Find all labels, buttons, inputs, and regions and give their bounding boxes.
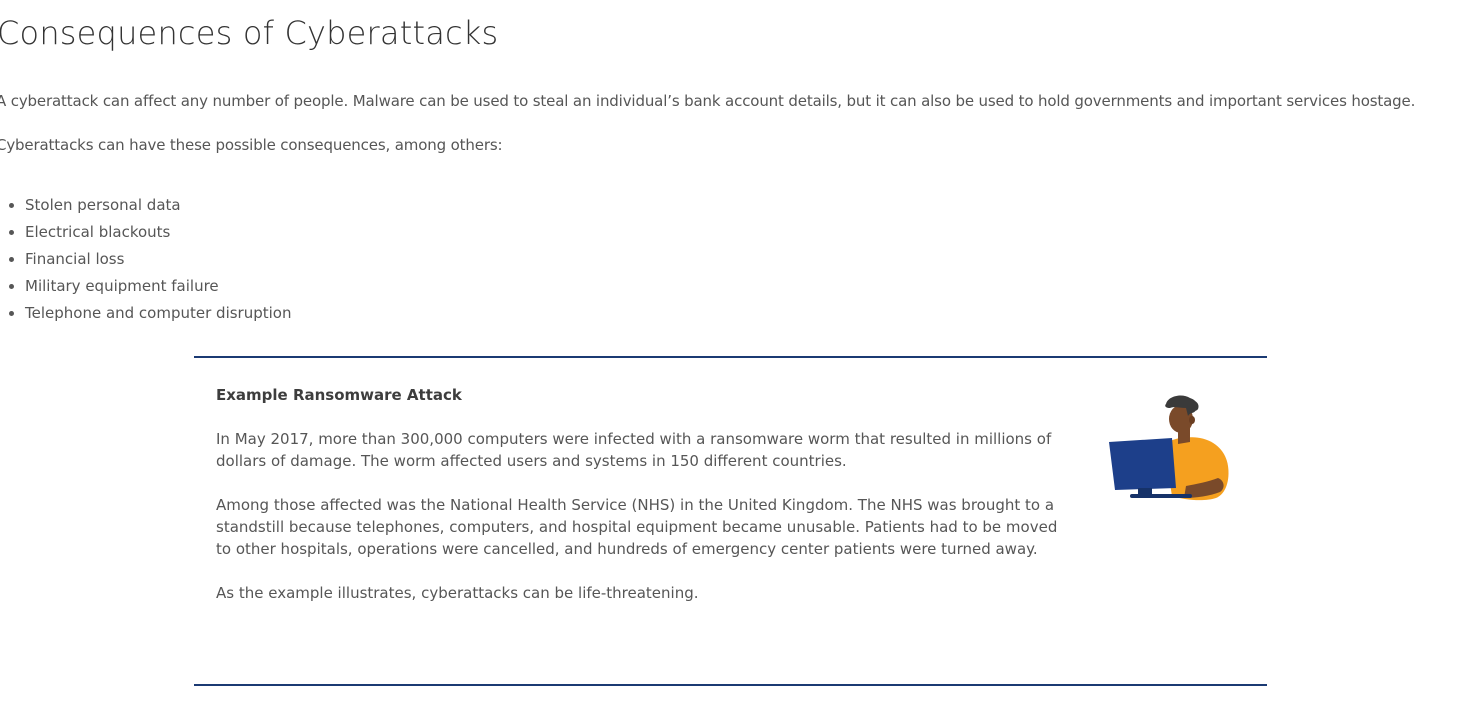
example-paragraph: In May 2017, more than 300,000 computers… [216,430,1052,470]
list-item: Stolen personal data [25,192,291,219]
list-item: Military equipment failure [25,273,291,300]
consequences-list: Stolen personal data Electrical blackout… [0,192,291,327]
content-page: Consequences of Cyberattacks A cyberatta… [0,0,1458,703]
person-at-computer-icon [1104,394,1239,509]
consequences-lead: Cyberattacks can have these possible con… [0,136,503,154]
list-item: Telephone and computer disruption [25,300,291,327]
page-title: Consequences of Cyberattacks [0,14,499,52]
example-body: Example Ransomware Attack In May 2017, m… [216,384,1061,626]
example-paragraph: As the example illustrates, cyberattacks… [216,584,699,602]
example-callout: Example Ransomware Attack In May 2017, m… [194,356,1267,686]
list-item: Electrical blackouts [25,219,291,246]
example-heading: Example Ransomware Attack [216,386,462,404]
intro-paragraph: A cyberattack can affect any number of p… [0,92,1416,110]
example-paragraph: Among those affected was the National He… [216,496,1058,558]
list-item: Financial loss [25,246,291,273]
